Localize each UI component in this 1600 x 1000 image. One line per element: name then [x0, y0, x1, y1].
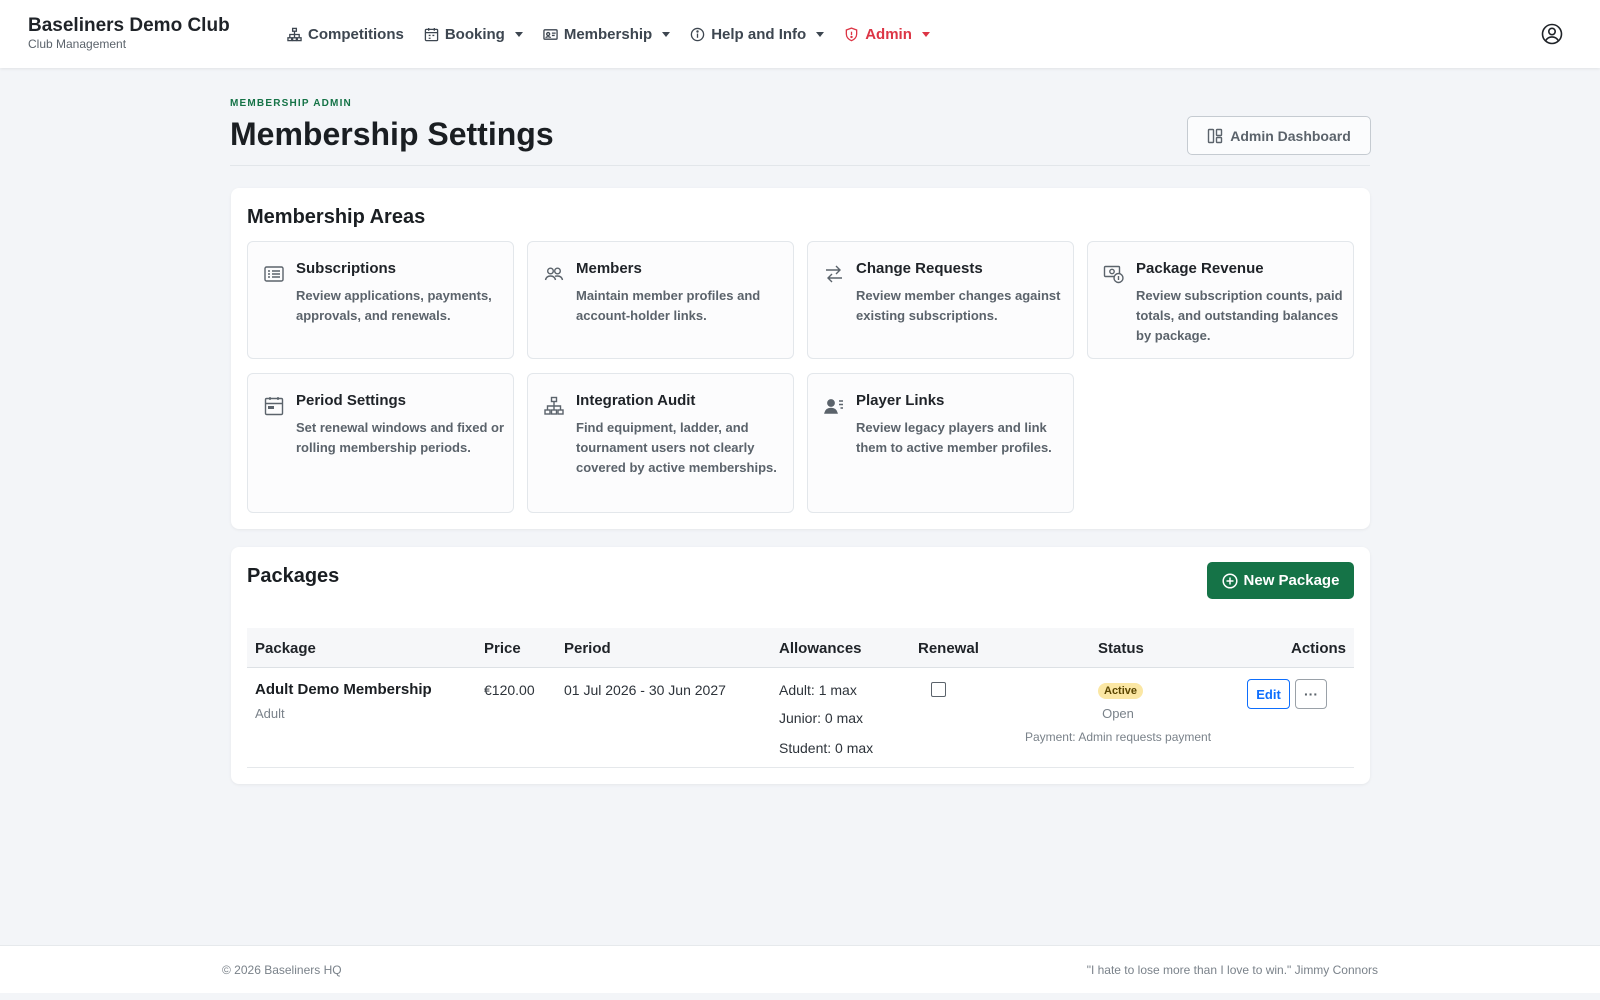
swap-arrows-icon	[826, 265, 842, 283]
shield-icon	[845, 26, 858, 41]
nav-competitions[interactable]: Competitions	[287, 26, 404, 43]
chevron-down-icon	[662, 31, 671, 37]
area-card-period-settings[interactable]: Period Settings Set renewal windows and …	[247, 373, 514, 513]
column-header-renewal[interactable]: Renewal	[918, 640, 979, 657]
area-title: Package Revenue	[1136, 260, 1264, 277]
area-card-change-requests[interactable]: Change Requests Review member changes ag…	[807, 241, 1074, 359]
people-icon	[544, 267, 564, 281]
area-description: Maintain member profiles and account-hol…	[576, 288, 761, 323]
payment-method: Payment: Admin requests payment	[1024, 730, 1212, 744]
new-package-label: New Package	[1243, 572, 1340, 589]
chevron-down-icon	[921, 31, 930, 37]
area-title: Integration Audit	[576, 392, 696, 409]
package-period: 01 Jul 2026 - 30 Jun 2027	[564, 682, 726, 698]
area-description: Find equipment, ladder, and tournament u…	[576, 420, 777, 475]
membership-areas-title: Membership Areas	[247, 206, 426, 228]
status-badge: Active	[1098, 683, 1144, 699]
area-card-player-links[interactable]: Player Links Review legacy players and l…	[807, 373, 1074, 513]
new-package-button[interactable]: New Package	[1207, 562, 1354, 599]
area-description: Review legacy players and link them to a…	[856, 420, 1052, 455]
package-availability: Open	[1102, 706, 1134, 721]
area-description: Review subscription counts, paid totals,…	[1136, 288, 1343, 343]
column-header-package[interactable]: Package	[255, 640, 316, 657]
calendar-range-icon	[264, 397, 284, 416]
column-header-actions: Actions	[1290, 640, 1346, 657]
footer-copyright: © 2026 Baseliners HQ	[222, 963, 342, 977]
list-card-icon	[264, 266, 284, 282]
admin-dashboard-button[interactable]: Admin Dashboard	[1187, 116, 1371, 155]
header-divider	[230, 165, 1370, 166]
area-description: Review member changes against existing s…	[856, 288, 1061, 323]
area-card-subscriptions[interactable]: Subscriptions Review applications, payme…	[247, 241, 514, 359]
area-title: Player Links	[856, 392, 945, 409]
main-nav: Competitions Booking Membership Help and…	[287, 0, 950, 68]
diagram-icon	[544, 396, 564, 415]
plus-circle-icon	[1221, 572, 1238, 589]
id-card-icon	[543, 28, 558, 40]
footer-quote: "I hate to lose more than I love to win.…	[1086, 963, 1378, 977]
column-header-period[interactable]: Period	[564, 640, 611, 657]
calendar-icon	[424, 27, 439, 41]
layout-columns-icon	[1208, 128, 1223, 143]
more-actions-button[interactable]: ···	[1295, 679, 1327, 709]
area-title: Subscriptions	[296, 260, 397, 277]
column-header-price[interactable]: Price	[484, 640, 521, 657]
info-icon	[690, 27, 705, 41]
area-card-package-revenue[interactable]: Package Revenue Review subscription coun…	[1087, 241, 1354, 359]
package-price: €120.00	[484, 682, 535, 698]
area-title: Change Requests	[856, 260, 983, 277]
user-menu-button[interactable]	[1541, 23, 1563, 45]
sitemap-icon	[287, 27, 302, 41]
admin-dashboard-label: Admin Dashboard	[1230, 127, 1351, 144]
nav-help[interactable]: Help and Info	[690, 25, 825, 43]
page-title: Membership Settings	[230, 116, 554, 152]
column-header-allowances[interactable]: Allowances	[779, 640, 862, 657]
column-header-status[interactable]: Status	[1098, 640, 1144, 657]
package-category: Adult	[255, 706, 285, 721]
nav-admin[interactable]: Admin	[844, 26, 930, 43]
nav-competitions-label: Competitions	[308, 25, 404, 43]
nav-membership[interactable]: Membership	[543, 25, 671, 43]
cash-coin-icon	[1103, 265, 1124, 284]
allowance-student: Student: 0 max	[779, 740, 874, 756]
chevron-down-icon	[816, 31, 825, 37]
brand-name[interactable]: Baseliners Demo Club	[28, 15, 230, 37]
page-eyebrow: MEMBERSHIP ADMIN	[230, 98, 352, 109]
top-navbar: Baseliners Demo Club Club Management Com…	[0, 0, 1600, 68]
allowance-adult: Adult: 1 max	[779, 682, 857, 698]
nav-booking-label: Booking	[444, 25, 505, 43]
allowance-junior: Junior: 0 max	[779, 710, 864, 726]
packages-table-header: Package Price Period Allowances Renewal …	[247, 628, 1354, 668]
area-card-integration-audit[interactable]: Integration Audit Find equipment, ladder…	[527, 373, 794, 513]
area-card-members[interactable]: Members Maintain member profiles and acc…	[527, 241, 794, 359]
nav-admin-label: Admin	[865, 25, 912, 43]
area-title: Period Settings	[296, 392, 407, 409]
chevron-down-icon	[514, 31, 523, 37]
packages-panel: Packages New Package Package Price Perio…	[231, 547, 1370, 784]
nav-help-label: Help and Info	[711, 25, 807, 43]
area-description: Set renewal windows and fixed or rolling…	[296, 420, 505, 455]
person-lines-icon	[824, 399, 843, 414]
nav-booking[interactable]: Booking	[424, 26, 523, 43]
user-circle-icon	[1541, 23, 1563, 45]
brand-subtitle: Club Management	[28, 37, 127, 51]
edit-package-button[interactable]: Edit	[1247, 679, 1290, 709]
nav-membership-label: Membership	[563, 25, 653, 43]
packages-title: Packages	[247, 565, 340, 587]
brand[interactable]: Baseliners Demo Club Club Management	[28, 15, 230, 51]
membership-areas-panel: Membership Areas Subscriptions Review ap…	[231, 188, 1370, 529]
area-title: Members	[576, 260, 642, 277]
table-row: Adult Demo Membership Adult €120.00 01 J…	[247, 668, 1354, 768]
renewal-checkbox[interactable]	[931, 682, 946, 697]
package-name: Adult Demo Membership	[255, 681, 432, 698]
footer: © 2026 Baseliners HQ "I hate to lose mor…	[0, 945, 1600, 993]
area-description: Review applications, payments, approvals…	[296, 288, 492, 323]
